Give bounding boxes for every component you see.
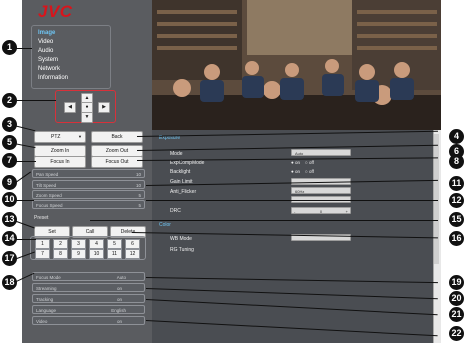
preset-button-4[interactable]: 4 xyxy=(89,239,104,249)
down-arrow-icon: ▼ xyxy=(84,114,90,120)
mode-label: Mode xyxy=(170,151,183,157)
callout-badge-7: 7 xyxy=(2,153,17,168)
anti-flicker-select[interactable]: 60Hz xyxy=(291,187,351,194)
menu-item-video[interactable]: Video xyxy=(38,39,53,45)
brand-logo: JVC xyxy=(38,2,73,21)
preset-button-5[interactable]: 5 xyxy=(107,239,122,249)
focus-in-button[interactable]: Focus In xyxy=(34,156,86,168)
expcomp-radio-off[interactable]: ○ off xyxy=(305,160,314,165)
chevron-down-icon: ▼ xyxy=(78,134,82,139)
callout-badge-5: 5 xyxy=(2,135,17,150)
menu-item-information[interactable]: Information xyxy=(38,75,68,81)
drc-minus-button[interactable]: - xyxy=(294,208,295,215)
focus-speed-select[interactable]: Focus Speed 5 xyxy=(32,200,145,209)
backlight-radio-off[interactable]: ○ off xyxy=(305,169,314,174)
preset-button-2[interactable]: 2 xyxy=(53,239,68,249)
focus-mode-select[interactable]: Focus Mode Auto xyxy=(32,272,145,281)
preset-button-9[interactable]: 9 xyxy=(71,249,86,259)
ptz-select[interactable]: PTZ ▼ xyxy=(34,131,86,143)
callout-leader-2 xyxy=(14,100,56,101)
video-preview xyxy=(152,0,441,130)
preset-button-3[interactable]: 3 xyxy=(71,239,86,249)
preset-button-10[interactable]: 10 xyxy=(89,249,104,259)
callout-badge-15: 15 xyxy=(449,212,464,227)
preset-button-8[interactable]: 8 xyxy=(53,249,68,259)
menu-item-audio[interactable]: Audio xyxy=(38,48,53,54)
callout-leader-14 xyxy=(14,239,36,240)
callout-badge-3: 3 xyxy=(2,117,17,132)
preset-button-11[interactable]: 11 xyxy=(107,249,122,259)
callout-badge-13: 13 xyxy=(2,212,17,227)
drc-stepper[interactable]: - 0 + xyxy=(291,207,351,214)
preset-button-1[interactable]: 1 xyxy=(35,239,50,249)
wb-mode-label: WB Mode xyxy=(170,236,192,242)
callout-badge-4: 4 xyxy=(449,129,464,144)
anti-flicker-label: Anti_Flicker xyxy=(170,189,197,195)
callout-badge-9: 9 xyxy=(2,175,17,190)
preset-title: Preset xyxy=(34,215,49,221)
callout-badge-21: 21 xyxy=(449,307,464,322)
callout-badge-18: 18 xyxy=(2,275,17,290)
drc-plus-button[interactable]: + xyxy=(346,208,348,215)
tracking-select[interactable]: Tracking on xyxy=(32,294,145,303)
main-menu: Image Video Audio System Network Informa… xyxy=(31,25,111,89)
tilt-down-button[interactable]: ▼ xyxy=(81,112,93,123)
callout-leader-12 xyxy=(146,200,438,201)
callout-badge-16: 16 xyxy=(449,231,464,246)
expcomp-label: ExpCompMode xyxy=(170,160,205,166)
back-button[interactable]: Back xyxy=(91,131,143,143)
drc-label: DRC xyxy=(170,208,181,214)
callout-badge-14: 14 xyxy=(2,231,17,246)
video-select[interactable]: Video on xyxy=(32,316,145,325)
zoom-speed-select[interactable]: Zoom Speed 5 xyxy=(32,190,145,199)
callout-badge-11: 11 xyxy=(449,176,464,191)
callout-badge-10: 10 xyxy=(2,192,17,207)
pan-right-button[interactable]: ▶ xyxy=(98,102,110,113)
menu-item-network[interactable]: Network xyxy=(38,66,60,72)
expcomp-radio-on[interactable]: ● on xyxy=(291,160,300,165)
callout-badge-1: 1 xyxy=(2,40,17,55)
preset-button-7[interactable]: 7 xyxy=(35,249,50,259)
preset-button-12[interactable]: 12 xyxy=(125,249,140,259)
callout-badge-19: 19 xyxy=(449,275,464,290)
color-section-title: Color xyxy=(159,222,171,228)
scrollbar-thumb[interactable] xyxy=(434,134,439,264)
streaming-select[interactable]: Streaming on xyxy=(32,283,145,292)
home-icon: ● xyxy=(85,104,89,110)
backlight-radio-on[interactable]: ● on xyxy=(291,169,300,174)
callout-leader-10 xyxy=(14,200,34,201)
drc-value: 0 xyxy=(319,209,323,214)
rg-tuning-label: RG Tuning xyxy=(170,247,194,253)
preset-button-6[interactable]: 6 xyxy=(125,239,140,249)
callout-leader-15 xyxy=(90,220,438,221)
language-select[interactable]: Language English xyxy=(32,305,145,314)
pan-speed-select[interactable]: Pan Speed 10 xyxy=(32,169,145,178)
callout-leader-7 xyxy=(14,161,36,162)
callout-badge-17: 17 xyxy=(2,251,17,266)
classroom-scene-image xyxy=(152,0,441,130)
focus-out-button[interactable]: Focus Out xyxy=(91,156,143,168)
menu-item-system[interactable]: System xyxy=(38,57,58,63)
callout-badge-20: 20 xyxy=(449,291,464,306)
right-arrow-icon: ▶ xyxy=(102,104,106,110)
callout-badge-2: 2 xyxy=(2,93,17,108)
callout-badge-22: 22 xyxy=(449,326,464,341)
callout-badge-8: 8 xyxy=(449,154,464,169)
callout-badge-12: 12 xyxy=(449,193,464,208)
tilt-speed-select[interactable]: Tilt Speed 10 xyxy=(32,180,145,189)
menu-item-image[interactable]: Image xyxy=(38,30,55,36)
pan-left-button[interactable]: ◀ xyxy=(64,102,76,113)
left-arrow-icon: ◀ xyxy=(68,104,72,110)
mode-select[interactable]: Auto xyxy=(291,149,351,156)
backlight-label: Backlight xyxy=(170,169,191,175)
